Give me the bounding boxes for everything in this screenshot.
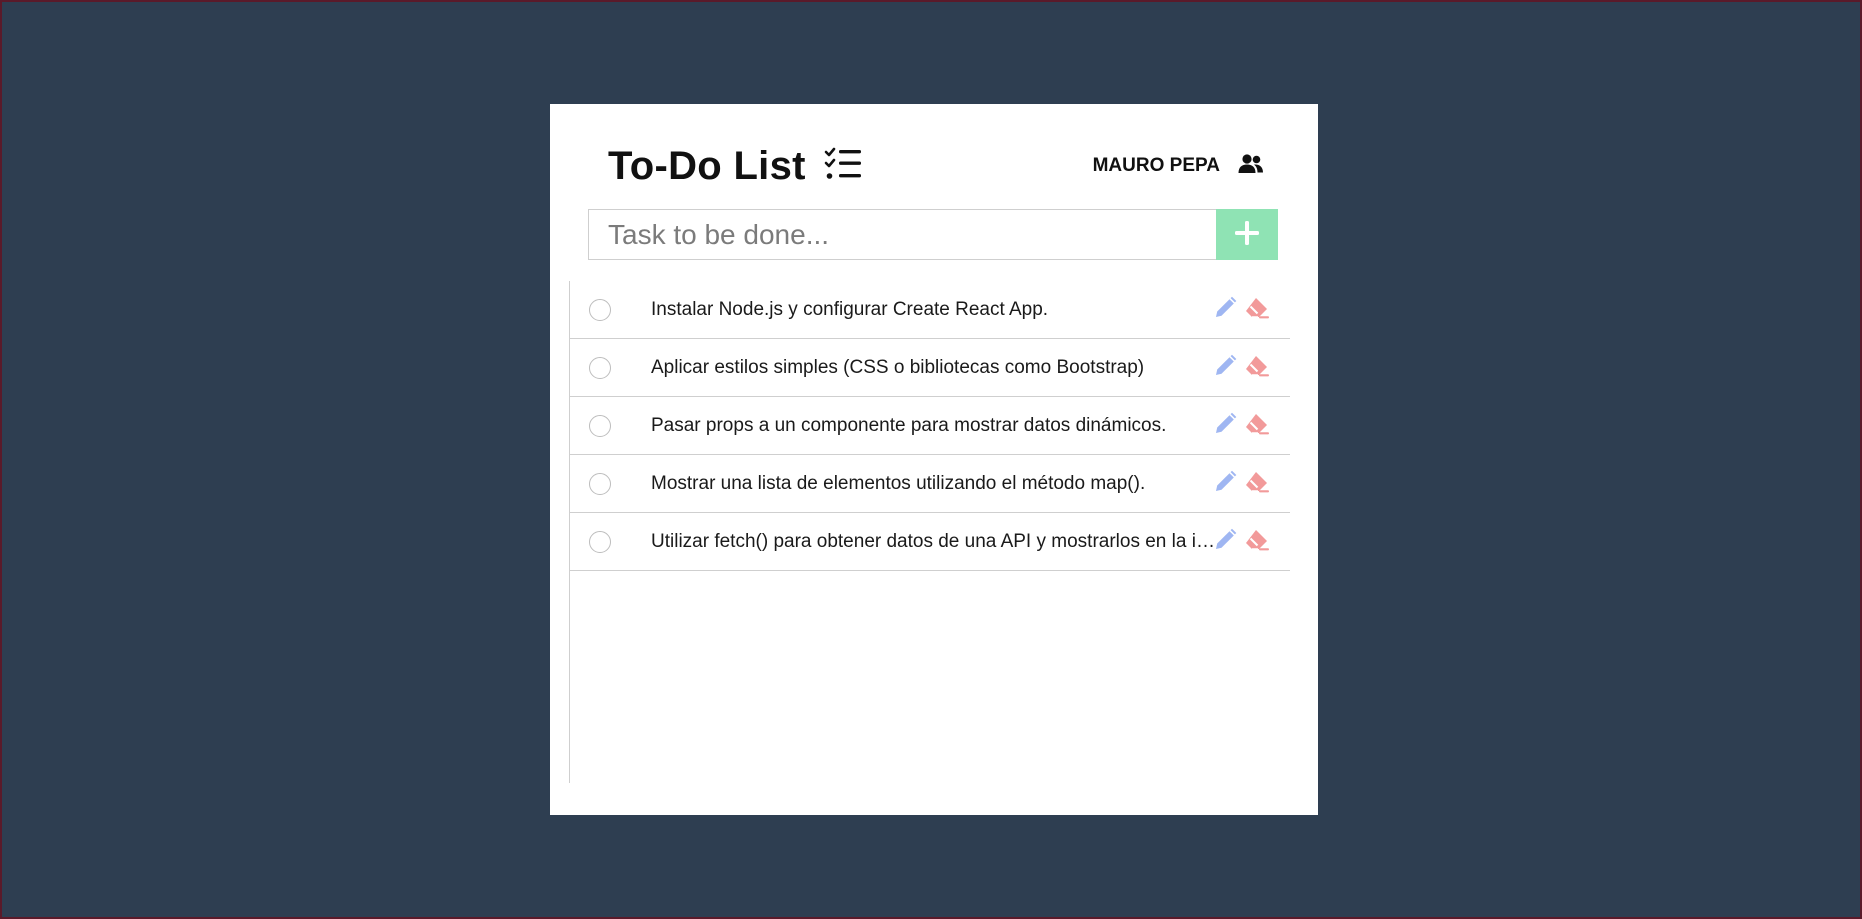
task-list: Instalar Node.js y configurar Create Rea… (569, 281, 1290, 783)
pencil-icon[interactable] (1212, 527, 1238, 553)
list-item: Mostrar una lista de elementos utilizand… (570, 455, 1290, 513)
pencil-icon[interactable] (1212, 295, 1238, 321)
pencil-icon[interactable] (1212, 411, 1238, 437)
task-text: Pasar props a un componente para mostrar… (651, 414, 1167, 436)
task-checkbox[interactable] (589, 472, 611, 495)
task-checkbox[interactable] (589, 298, 611, 321)
task-input[interactable] (588, 209, 1216, 260)
users-icon (1238, 153, 1264, 180)
user-group: MAURO PEPA (1093, 153, 1264, 180)
pencil-icon[interactable] (1212, 353, 1238, 379)
list-item: Utilizar fetch() para obtener datos de u… (570, 513, 1290, 571)
eraser-icon[interactable] (1244, 527, 1270, 553)
list-item: Pasar props a un componente para mostrar… (570, 397, 1290, 455)
task-checkbox[interactable] (589, 356, 611, 379)
add-task-row (588, 209, 1278, 260)
task-actions (1212, 527, 1270, 553)
task-checkbox[interactable] (589, 530, 611, 553)
add-task-button[interactable] (1216, 209, 1278, 260)
task-checkbox[interactable] (589, 414, 611, 437)
eraser-icon[interactable] (1244, 295, 1270, 321)
task-actions (1212, 411, 1270, 437)
list-check-icon (824, 147, 862, 186)
page-title: To-Do List (608, 143, 806, 188)
pencil-icon[interactable] (1212, 469, 1238, 495)
task-actions (1212, 469, 1270, 495)
plus-icon (1233, 219, 1261, 250)
eraser-icon[interactable] (1244, 469, 1270, 495)
task-text: Aplicar estilos simples (CSS o bibliotec… (651, 356, 1145, 378)
user-name: MAURO PEPA (1092, 155, 1220, 176)
task-text: Instalar Node.js y configurar Create Rea… (651, 298, 1049, 320)
task-text: Mostrar una lista de elementos utilizand… (651, 472, 1146, 494)
eraser-icon[interactable] (1244, 353, 1270, 379)
title-group: To-Do List (608, 144, 862, 189)
todo-card: To-Do List MAURO PEPA Task to be done...… (550, 104, 1318, 815)
header: To-Do List MAURO PEPA (608, 140, 1264, 192)
task-text: Utilizar fetch() para obtener datos de u… (651, 530, 1216, 552)
list-item: Aplicar estilos simples (CSS o bibliotec… (570, 339, 1290, 397)
task-actions (1212, 353, 1270, 379)
list-item: Instalar Node.js y configurar Create Rea… (570, 281, 1290, 339)
task-actions (1212, 295, 1270, 321)
eraser-icon[interactable] (1244, 411, 1270, 437)
